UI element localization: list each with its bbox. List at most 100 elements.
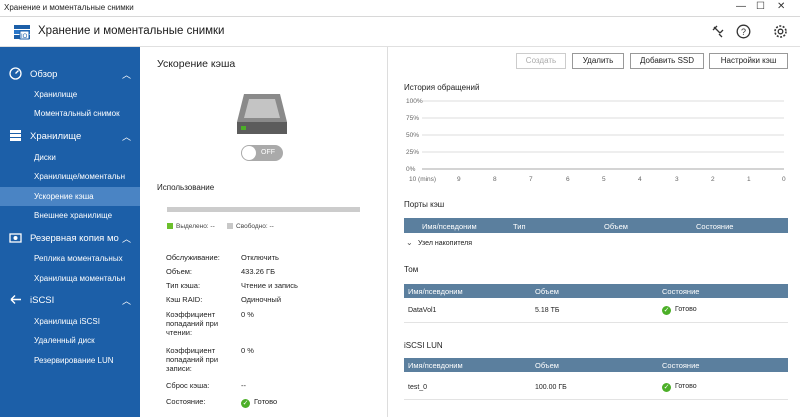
iscsi-icon xyxy=(10,295,21,304)
check-icon: ✓ xyxy=(241,399,250,408)
lun-title: iSCSI LUN xyxy=(404,341,443,350)
sidebar-item-label: Хранилища моментальн xyxy=(34,274,126,283)
create-button[interactable]: Создать xyxy=(516,53,566,69)
sidebar-item-disks[interactable]: Диски xyxy=(0,148,140,167)
legend-free: Свободно: -- xyxy=(227,223,274,230)
settings-icon[interactable] xyxy=(773,24,788,39)
sidebar-item-label: Реплика моментальных xyxy=(34,254,123,263)
y-tick: 0% xyxy=(406,166,416,173)
y-tick: 75% xyxy=(406,115,420,122)
sidebar-item-snapshot-replica[interactable]: Реплика моментальных xyxy=(0,249,140,268)
x-tick: 4 xyxy=(638,176,642,183)
sidebar-item-storage-overview[interactable]: Хранилище xyxy=(0,85,140,104)
help-icon[interactable]: ? xyxy=(736,24,751,39)
svg-text:IO: IO xyxy=(21,34,28,40)
sidebar-item-iscsi-storage[interactable]: Хранилища iSCSI xyxy=(0,312,140,331)
ports-group-row[interactable]: ⌄ Узел накопителя xyxy=(404,236,788,250)
col-header: Тип xyxy=(513,222,526,231)
col-header: Объем xyxy=(604,222,628,231)
prop-value: Одиночный xyxy=(241,295,282,304)
row-divider xyxy=(404,322,788,323)
prop-label: Обслуживание: xyxy=(166,253,220,262)
maximize-button[interactable]: ☐ xyxy=(756,1,765,12)
close-button[interactable]: ✕ xyxy=(777,1,785,12)
sidebar-item-cache-acceleration[interactable]: Ускорение кэша xyxy=(0,187,140,206)
sidebar-group-storage[interactable]: Хранилище ︿ xyxy=(0,126,140,146)
window-titlebar: Хранение и моментальные снимки — ☐ ✕ xyxy=(0,0,800,17)
col-header: Объем xyxy=(535,287,559,296)
status-text: Готово xyxy=(675,383,697,390)
sidebar-group-backup[interactable]: Резервная копия мо ︿ xyxy=(0,228,140,248)
legend-free-label: Свободно: -- xyxy=(236,223,274,230)
prop-label: Тип кэша: xyxy=(166,281,201,290)
window-title: Хранение и моментальные снимки xyxy=(4,3,134,12)
chevron-up-icon: ︿ xyxy=(121,132,131,142)
sidebar: Обзор ︿ Хранилище Моментальный снимок Хр… xyxy=(0,47,140,417)
app-header: IO Хранение и моментальные снимки ? xyxy=(0,17,800,47)
sidebar-group-label: iSCSI xyxy=(30,295,55,306)
sidebar-group-label: Резервная копия мо xyxy=(30,233,119,244)
x-tick: 3 xyxy=(675,176,679,183)
lun-name: test_0 xyxy=(408,384,428,391)
sidebar-item-lun-backup[interactable]: Резервирование LUN xyxy=(0,351,140,370)
storage-icon xyxy=(10,130,21,141)
prop-value: 0 % xyxy=(241,310,254,319)
toggle-knob xyxy=(242,146,256,160)
status-value: ✓ Готово xyxy=(241,397,277,408)
usage-title: Использование xyxy=(157,183,215,192)
sidebar-group-overview[interactable]: Обзор ︿ xyxy=(0,64,140,84)
lun-table-header: Имя/псевдоним Объем Состояние xyxy=(404,358,788,372)
sidebar-item-label: Ускорение кэша xyxy=(34,192,94,201)
col-header: Состояние xyxy=(662,287,700,296)
chevron-up-icon: ︿ xyxy=(121,70,131,80)
col-header: Состояние xyxy=(696,222,734,231)
backup-icon xyxy=(9,233,22,243)
sidebar-group-iscsi[interactable]: iSCSI ︿ xyxy=(0,290,140,310)
usage-bar xyxy=(167,207,360,212)
y-tick: 100% xyxy=(406,98,423,105)
volume-size: 5.18 ТБ xyxy=(535,307,560,314)
volume-status: ✓ Готово xyxy=(662,306,697,315)
x-tick: 6 xyxy=(566,176,570,183)
chevron-down-icon: ⌄ xyxy=(406,238,413,247)
volumes-table-header: Имя/псевдоним Объем Состояние xyxy=(404,284,788,298)
x-tick: 9 xyxy=(457,176,461,183)
overview-icon xyxy=(9,67,22,80)
cache-settings-button[interactable]: Настройки кэш xyxy=(709,53,788,69)
minimize-button[interactable]: — xyxy=(736,1,746,12)
sidebar-item-label: Хранилища iSCSI xyxy=(34,317,100,326)
scan-icon[interactable] xyxy=(711,24,726,39)
chevron-up-icon: ︿ xyxy=(121,234,131,244)
sidebar-item-label: Диски xyxy=(34,153,56,162)
col-header: Имя/псевдоним xyxy=(408,361,463,370)
prop-label: Состояние: xyxy=(166,397,206,406)
prop-value: 0 % xyxy=(241,346,254,355)
legend-used-label: Выделено: -- xyxy=(176,223,215,230)
prop-value: 433.26 ГБ xyxy=(241,267,276,276)
sidebar-item-label: Резервирование LUN xyxy=(34,356,114,365)
cache-toggle[interactable]: OFF xyxy=(241,145,283,161)
x-tick: 8 xyxy=(493,176,497,183)
x-tick: 7 xyxy=(529,176,533,183)
sidebar-item-label: Моментальный снимок xyxy=(34,109,120,118)
sidebar-item-label: Внешнее хранилище xyxy=(34,211,113,220)
history-title: История обращений xyxy=(404,83,480,92)
x-tick: 5 xyxy=(602,176,606,183)
y-tick: 50% xyxy=(406,132,420,139)
col-header: Состояние xyxy=(662,361,700,370)
sidebar-item-storage-snapshots[interactable]: Хранилище/моментальн xyxy=(0,167,140,186)
sidebar-item-external-storage[interactable]: Внешнее хранилище xyxy=(0,206,140,225)
add-ssd-button[interactable]: Добавить SSD xyxy=(630,53,704,69)
history-chart xyxy=(422,100,784,170)
prop-label: Коэффициент попаданий при чтении: xyxy=(166,310,219,337)
sidebar-group-label: Хранилище xyxy=(30,131,82,142)
chevron-up-icon: ︿ xyxy=(121,296,131,306)
svg-text:?: ? xyxy=(741,27,746,37)
sidebar-item-remote-disk[interactable]: Удаленный диск xyxy=(0,331,140,350)
sidebar-item-snapshot-vault[interactable]: Хранилища моментальн xyxy=(0,269,140,288)
prop-label: Кэш RAID: xyxy=(166,295,203,304)
delete-button[interactable]: Удалить xyxy=(572,53,624,69)
sidebar-item-snapshot-overview[interactable]: Моментальный снимок xyxy=(0,104,140,123)
prop-value: Чтение и запись xyxy=(241,281,298,290)
app-title: Хранение и моментальные снимки xyxy=(38,25,225,37)
